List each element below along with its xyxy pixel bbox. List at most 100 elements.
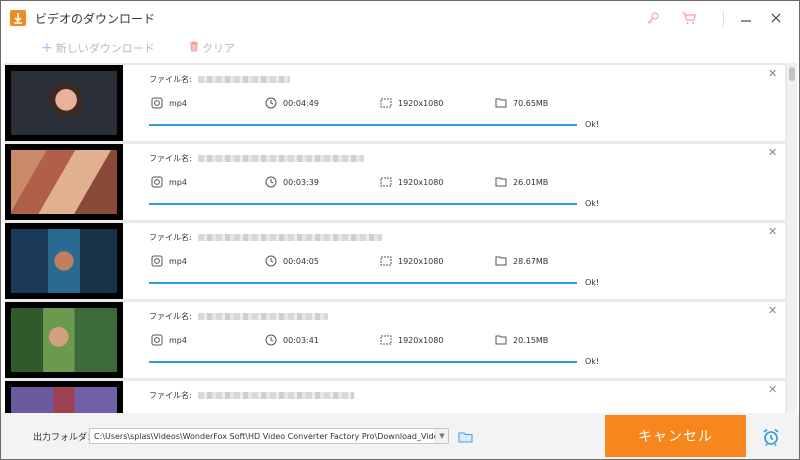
resolution-field: 1920x1080 <box>380 334 443 346</box>
filename-label: ファイル名: <box>149 233 192 242</box>
list-item[interactable]: ファイル名: ✕ <box>5 381 785 413</box>
video-format-icon <box>151 176 163 188</box>
file-size-icon <box>495 255 507 267</box>
close-icon[interactable] <box>764 7 788 29</box>
resolution-field: 1920x1080 <box>380 255 443 267</box>
window-title: ビデオのダウンロード <box>35 12 156 26</box>
resolution-value: 1920x1080 <box>398 98 444 108</box>
remove-item-icon[interactable]: ✕ <box>768 383 777 396</box>
list-item[interactable]: ファイル名: mp4 00:04:49 1920x1080 70.65MB Ok… <box>5 65 785 141</box>
resolution-icon <box>380 334 392 346</box>
filename-row: ファイル名: <box>149 311 328 322</box>
output-path-field[interactable]: C:\Users\splas\Videos\WonderFox Soft\HD … <box>89 428 449 444</box>
size-value: 20.15MB <box>513 335 549 345</box>
cancel-button[interactable]: キャンセル <box>605 415 746 457</box>
progress-bar <box>149 124 577 126</box>
scrollbar-thumb[interactable] <box>789 67 795 81</box>
filename-label: ファイル名: <box>149 75 192 84</box>
video-format-icon <box>151 97 163 109</box>
filename-label: ファイル名: <box>149 154 192 163</box>
status-text: Ok! <box>585 120 600 129</box>
resolution-icon <box>380 176 392 188</box>
list-item[interactable]: ファイル名: mp4 00:03:39 1920x1080 26.01MB Ok… <box>5 144 785 220</box>
list-scrollbar[interactable] <box>787 63 797 413</box>
status-text: Ok! <box>585 357 600 366</box>
size-field: 28.67MB <box>495 255 548 267</box>
file-size-icon <box>495 334 507 346</box>
download-list: ファイル名: mp4 00:04:49 1920x1080 70.65MB Ok… <box>5 63 787 413</box>
status-text: Ok! <box>585 278 600 287</box>
clock-icon <box>265 334 277 346</box>
progress-bar <box>149 203 577 205</box>
remove-item-icon[interactable]: ✕ <box>768 146 777 159</box>
video-thumbnail <box>5 302 123 378</box>
filename-value-blurred <box>197 313 328 320</box>
filename-label: ファイル名: <box>149 391 192 400</box>
progress-bar <box>149 282 577 284</box>
duration-field: 00:04:05 <box>265 255 319 267</box>
format-field: mp4 <box>151 334 187 346</box>
duration-field: 00:04:49 <box>265 97 319 109</box>
bottom-bar: 出力フォルダ： C:\Users\splas\Videos\WonderFox … <box>1 413 799 459</box>
clear-label: クリア <box>202 42 235 55</box>
clock-icon <box>265 255 277 267</box>
format-value: mp4 <box>169 256 187 266</box>
resolution-field: 1920x1080 <box>380 176 443 188</box>
title-separator <box>723 11 724 27</box>
format-value: mp4 <box>169 98 187 108</box>
filename-row: ファイル名: <box>149 153 364 164</box>
minimize-icon[interactable] <box>734 7 758 29</box>
plus-icon: + <box>41 40 53 56</box>
clear-button[interactable]: クリア <box>189 40 235 56</box>
remove-item-icon[interactable]: ✕ <box>768 67 777 80</box>
resolution-icon <box>380 255 392 267</box>
format-field: mp4 <box>151 97 187 109</box>
format-field: mp4 <box>151 255 187 267</box>
key-icon[interactable] <box>641 7 665 29</box>
resolution-value: 1920x1080 <box>398 177 444 187</box>
alarm-clock-icon[interactable] <box>761 427 781 447</box>
video-thumbnail <box>5 144 123 220</box>
video-format-icon <box>151 255 163 267</box>
resolution-value: 1920x1080 <box>398 335 444 345</box>
file-size-icon <box>495 97 507 109</box>
new-download-button[interactable]: + 新しいダウンロード <box>41 40 155 56</box>
filename-row: ファイル名: <box>149 390 354 401</box>
format-value: mp4 <box>169 177 187 187</box>
list-item[interactable]: ファイル名: mp4 00:03:41 1920x1080 20.15MB Ok… <box>5 302 785 378</box>
format-field: mp4 <box>151 176 187 188</box>
output-folder-label: 出力フォルダ： <box>33 433 97 443</box>
folder-icon[interactable] <box>458 429 474 443</box>
chevron-down-icon[interactable]: ▼ <box>435 429 448 443</box>
status-text: Ok! <box>585 199 600 208</box>
filename-row: ファイル名: <box>149 232 382 243</box>
filename-row: ファイル名: <box>149 74 290 85</box>
clock-icon <box>265 176 277 188</box>
list-item[interactable]: ファイル名: mp4 00:04:05 1920x1080 28.67MB Ok… <box>5 223 785 299</box>
resolution-icon <box>380 97 392 109</box>
filename-value-blurred <box>197 76 290 83</box>
video-thumbnail <box>5 381 123 413</box>
app-logo-icon <box>10 10 26 26</box>
duration-value: 00:03:41 <box>283 335 319 345</box>
duration-value: 00:04:49 <box>283 98 319 108</box>
video-format-icon <box>151 334 163 346</box>
clock-icon <box>265 97 277 109</box>
size-field: 70.65MB <box>495 97 548 109</box>
resolution-value: 1920x1080 <box>398 256 444 266</box>
file-size-icon <box>495 176 507 188</box>
remove-item-icon[interactable]: ✕ <box>768 225 777 238</box>
toolbar: + 新しいダウンロード クリア <box>1 35 799 61</box>
new-download-label: 新しいダウンロード <box>55 42 155 55</box>
cart-icon[interactable] <box>677 7 701 29</box>
duration-field: 00:03:39 <box>265 176 319 188</box>
video-thumbnail <box>5 223 123 299</box>
filename-value-blurred <box>197 234 382 241</box>
remove-item-icon[interactable]: ✕ <box>768 304 777 317</box>
size-field: 26.01MB <box>495 176 548 188</box>
filename-label: ファイル名: <box>149 312 192 321</box>
duration-value: 00:04:05 <box>283 256 319 266</box>
duration-field: 00:03:41 <box>265 334 319 346</box>
video-thumbnail <box>5 65 123 141</box>
size-value: 28.67MB <box>513 256 549 266</box>
